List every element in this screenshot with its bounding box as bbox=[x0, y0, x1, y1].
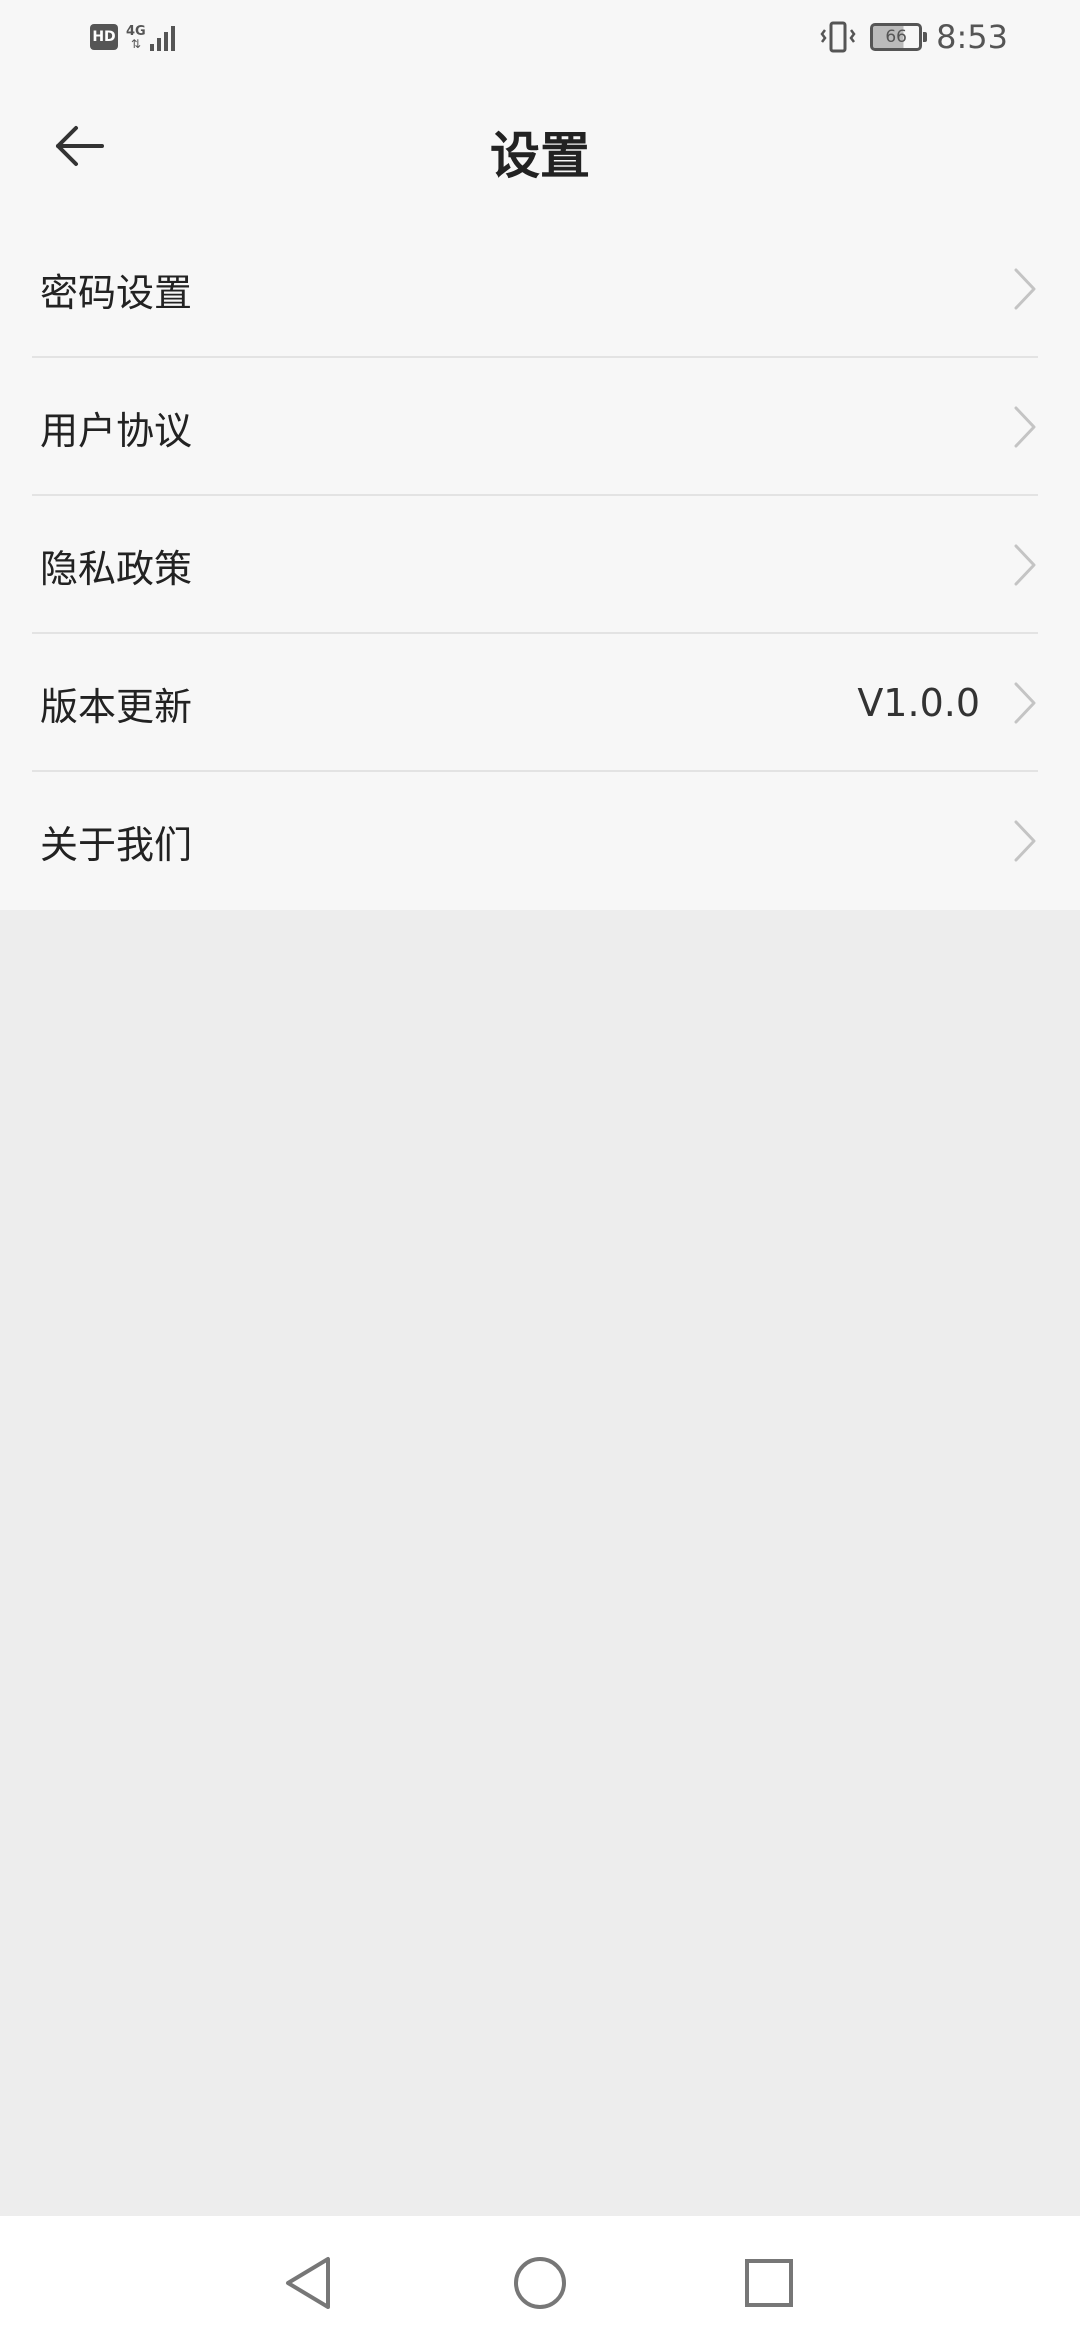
clock: 8:53 bbox=[936, 18, 1008, 56]
nav-recents-button[interactable] bbox=[734, 2248, 804, 2318]
page-title: 设置 bbox=[490, 127, 590, 185]
square-recents-icon bbox=[745, 2259, 793, 2307]
hd-badge: HD bbox=[90, 24, 118, 50]
header: 设置 bbox=[0, 80, 1080, 220]
chevron-right-icon bbox=[1008, 265, 1042, 313]
circle-home-icon bbox=[514, 2257, 566, 2309]
chevron-right-icon bbox=[1008, 541, 1042, 589]
status-right: 66 8:53 bbox=[820, 18, 1008, 56]
signal-strength-icon bbox=[149, 26, 175, 51]
chevron-right-icon bbox=[1008, 403, 1042, 451]
settings-item-label: 密码设置 bbox=[40, 270, 193, 315]
settings-item-version-update[interactable]: 版本更新 V1.0.0 bbox=[0, 634, 1080, 772]
battery-level: 66 bbox=[885, 27, 907, 47]
settings-item-label: 版本更新 bbox=[40, 684, 193, 729]
chevron-right-icon bbox=[1008, 679, 1042, 727]
network-indicator: 4G ⇅ bbox=[126, 22, 181, 52]
system-nav-bar bbox=[0, 2216, 1080, 2340]
data-arrows-icon: ⇅ bbox=[130, 36, 141, 51]
triangle-back-icon bbox=[286, 2257, 330, 2309]
version-value: V1.0.0 bbox=[857, 681, 980, 725]
status-left: HD 4G ⇅ bbox=[90, 22, 181, 52]
network-type-label: 4G bbox=[126, 23, 146, 39]
nav-home-button[interactable] bbox=[505, 2248, 575, 2318]
settings-item-user-agreement[interactable]: 用户协议 bbox=[0, 358, 1080, 496]
settings-item-privacy-policy[interactable]: 隐私政策 bbox=[0, 496, 1080, 634]
settings-screen: HD 4G ⇅ 66 8:53 设置 密码设置 用户协议 隐私政策 版本更新 V… bbox=[0, 0, 1080, 2340]
settings-item-label: 用户协议 bbox=[40, 408, 193, 453]
nav-back-button[interactable] bbox=[273, 2248, 343, 2318]
settings-list: 密码设置 用户协议 隐私政策 版本更新 V1.0.0 关于我们 bbox=[0, 220, 1080, 910]
settings-item-label: 隐私政策 bbox=[40, 546, 193, 591]
settings-item-label: 关于我们 bbox=[40, 822, 193, 867]
settings-item-about-us[interactable]: 关于我们 bbox=[0, 772, 1080, 910]
status-bar: HD 4G ⇅ 66 8:53 bbox=[0, 0, 1080, 80]
chevron-right-icon bbox=[1008, 817, 1042, 865]
battery-icon: 66 bbox=[870, 23, 928, 51]
vibrate-icon bbox=[820, 21, 856, 53]
settings-item-password[interactable]: 密码设置 bbox=[0, 220, 1080, 358]
